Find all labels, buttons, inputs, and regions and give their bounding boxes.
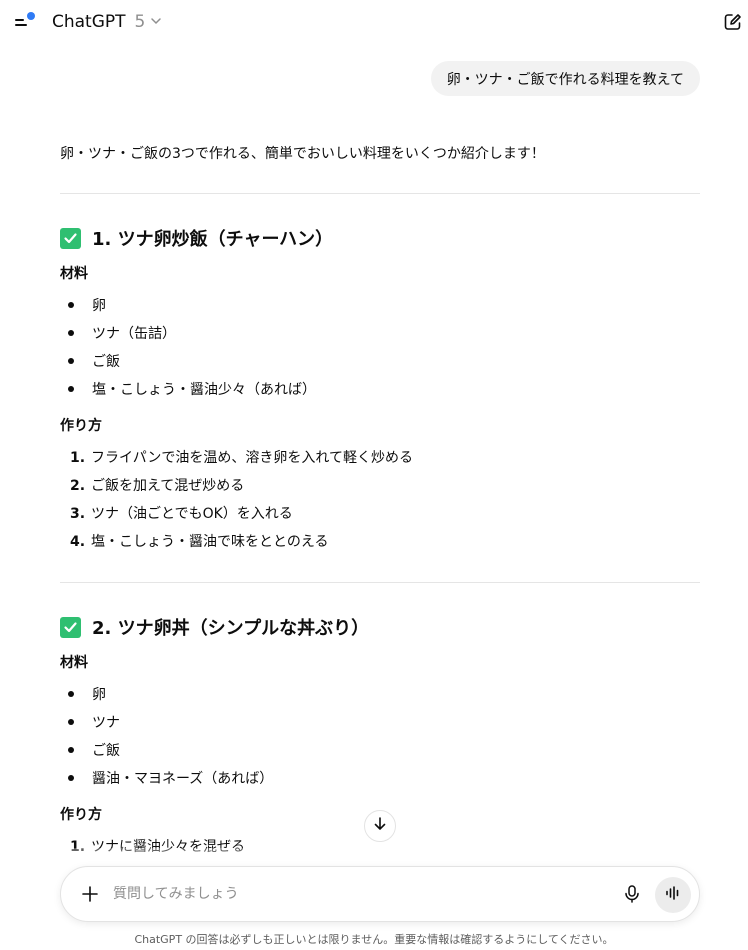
model-name: ChatGPT — [52, 12, 126, 32]
arrow-down-icon — [372, 816, 388, 836]
step-item: 2. ご飯を加えて混ぜ炒める — [70, 478, 245, 494]
steps-heading: 作り方 — [60, 807, 102, 823]
check-icon — [60, 227, 81, 249]
list-item: 卵 — [68, 684, 106, 704]
section-heading: 1. ツナ卵炒飯（チャーハン） — [60, 225, 333, 251]
check-icon — [60, 616, 81, 638]
list-item: ご飯 — [68, 740, 120, 760]
list-item: ツナ — [68, 712, 120, 732]
step-item: 4. 塩・こしょう・醤油で味をととのえる — [70, 534, 329, 550]
plus-icon[interactable] — [79, 883, 101, 905]
list-item: 卵 — [68, 295, 106, 315]
steps-heading: 作り方 — [60, 418, 102, 434]
disclaimer-text: ChatGPT の回答は必ずしも正しいとは限りません。重要な情報は確認するように… — [134, 933, 614, 946]
composer — [60, 866, 700, 922]
list-item: ご飯 — [68, 351, 120, 371]
section-title-text: 1. ツナ卵炒飯（チャーハン） — [92, 229, 334, 250]
section-divider — [60, 582, 700, 583]
ingredients-heading: 材料 — [60, 266, 88, 282]
section-heading: 2. ツナ卵丼（シンプルな丼ぶり） — [60, 614, 369, 640]
ingredients-heading: 材料 — [60, 655, 88, 671]
voice-mode-icon — [664, 884, 682, 906]
user-message-text: 卵・ツナ・ご飯で作れる料理を教えて — [446, 71, 684, 88]
section-divider — [60, 193, 700, 194]
list-item: 醤油・マヨネーズ（あれば） — [68, 768, 273, 788]
sidebar-menu-icon[interactable] — [12, 10, 38, 34]
message-input[interactable] — [113, 881, 593, 907]
model-selector[interactable]: ChatGPT 5 — [52, 10, 163, 34]
model-version: 5 — [134, 12, 146, 32]
chevron-down-icon — [149, 13, 163, 32]
user-message-bubble: 卵・ツナ・ご飯で作れる料理を教えて — [430, 61, 700, 96]
section-title-text: 2. ツナ卵丼（シンプルな丼ぶり） — [92, 618, 370, 639]
list-item: ツナ（缶詰） — [68, 323, 176, 343]
step-item: 3. ツナ（油ごとでもOK）を入れる — [70, 506, 293, 522]
top-bar: ChatGPT 5 — [0, 0, 748, 44]
assistant-intro: 卵・ツナ・ご飯の3つで作れる、簡単でおいしい料理をいくつか紹介します！ — [60, 146, 545, 162]
voice-mode-button[interactable] — [655, 877, 691, 913]
new-chat-icon[interactable] — [722, 11, 744, 33]
step-item: 1. フライパンで油を温め、溶き卵を入れて軽く炒める — [70, 450, 413, 466]
scroll-to-bottom-button[interactable] — [364, 810, 396, 842]
list-item: 塩・こしょう・醤油少々（あれば） — [68, 379, 316, 399]
microphone-icon[interactable] — [621, 883, 643, 905]
